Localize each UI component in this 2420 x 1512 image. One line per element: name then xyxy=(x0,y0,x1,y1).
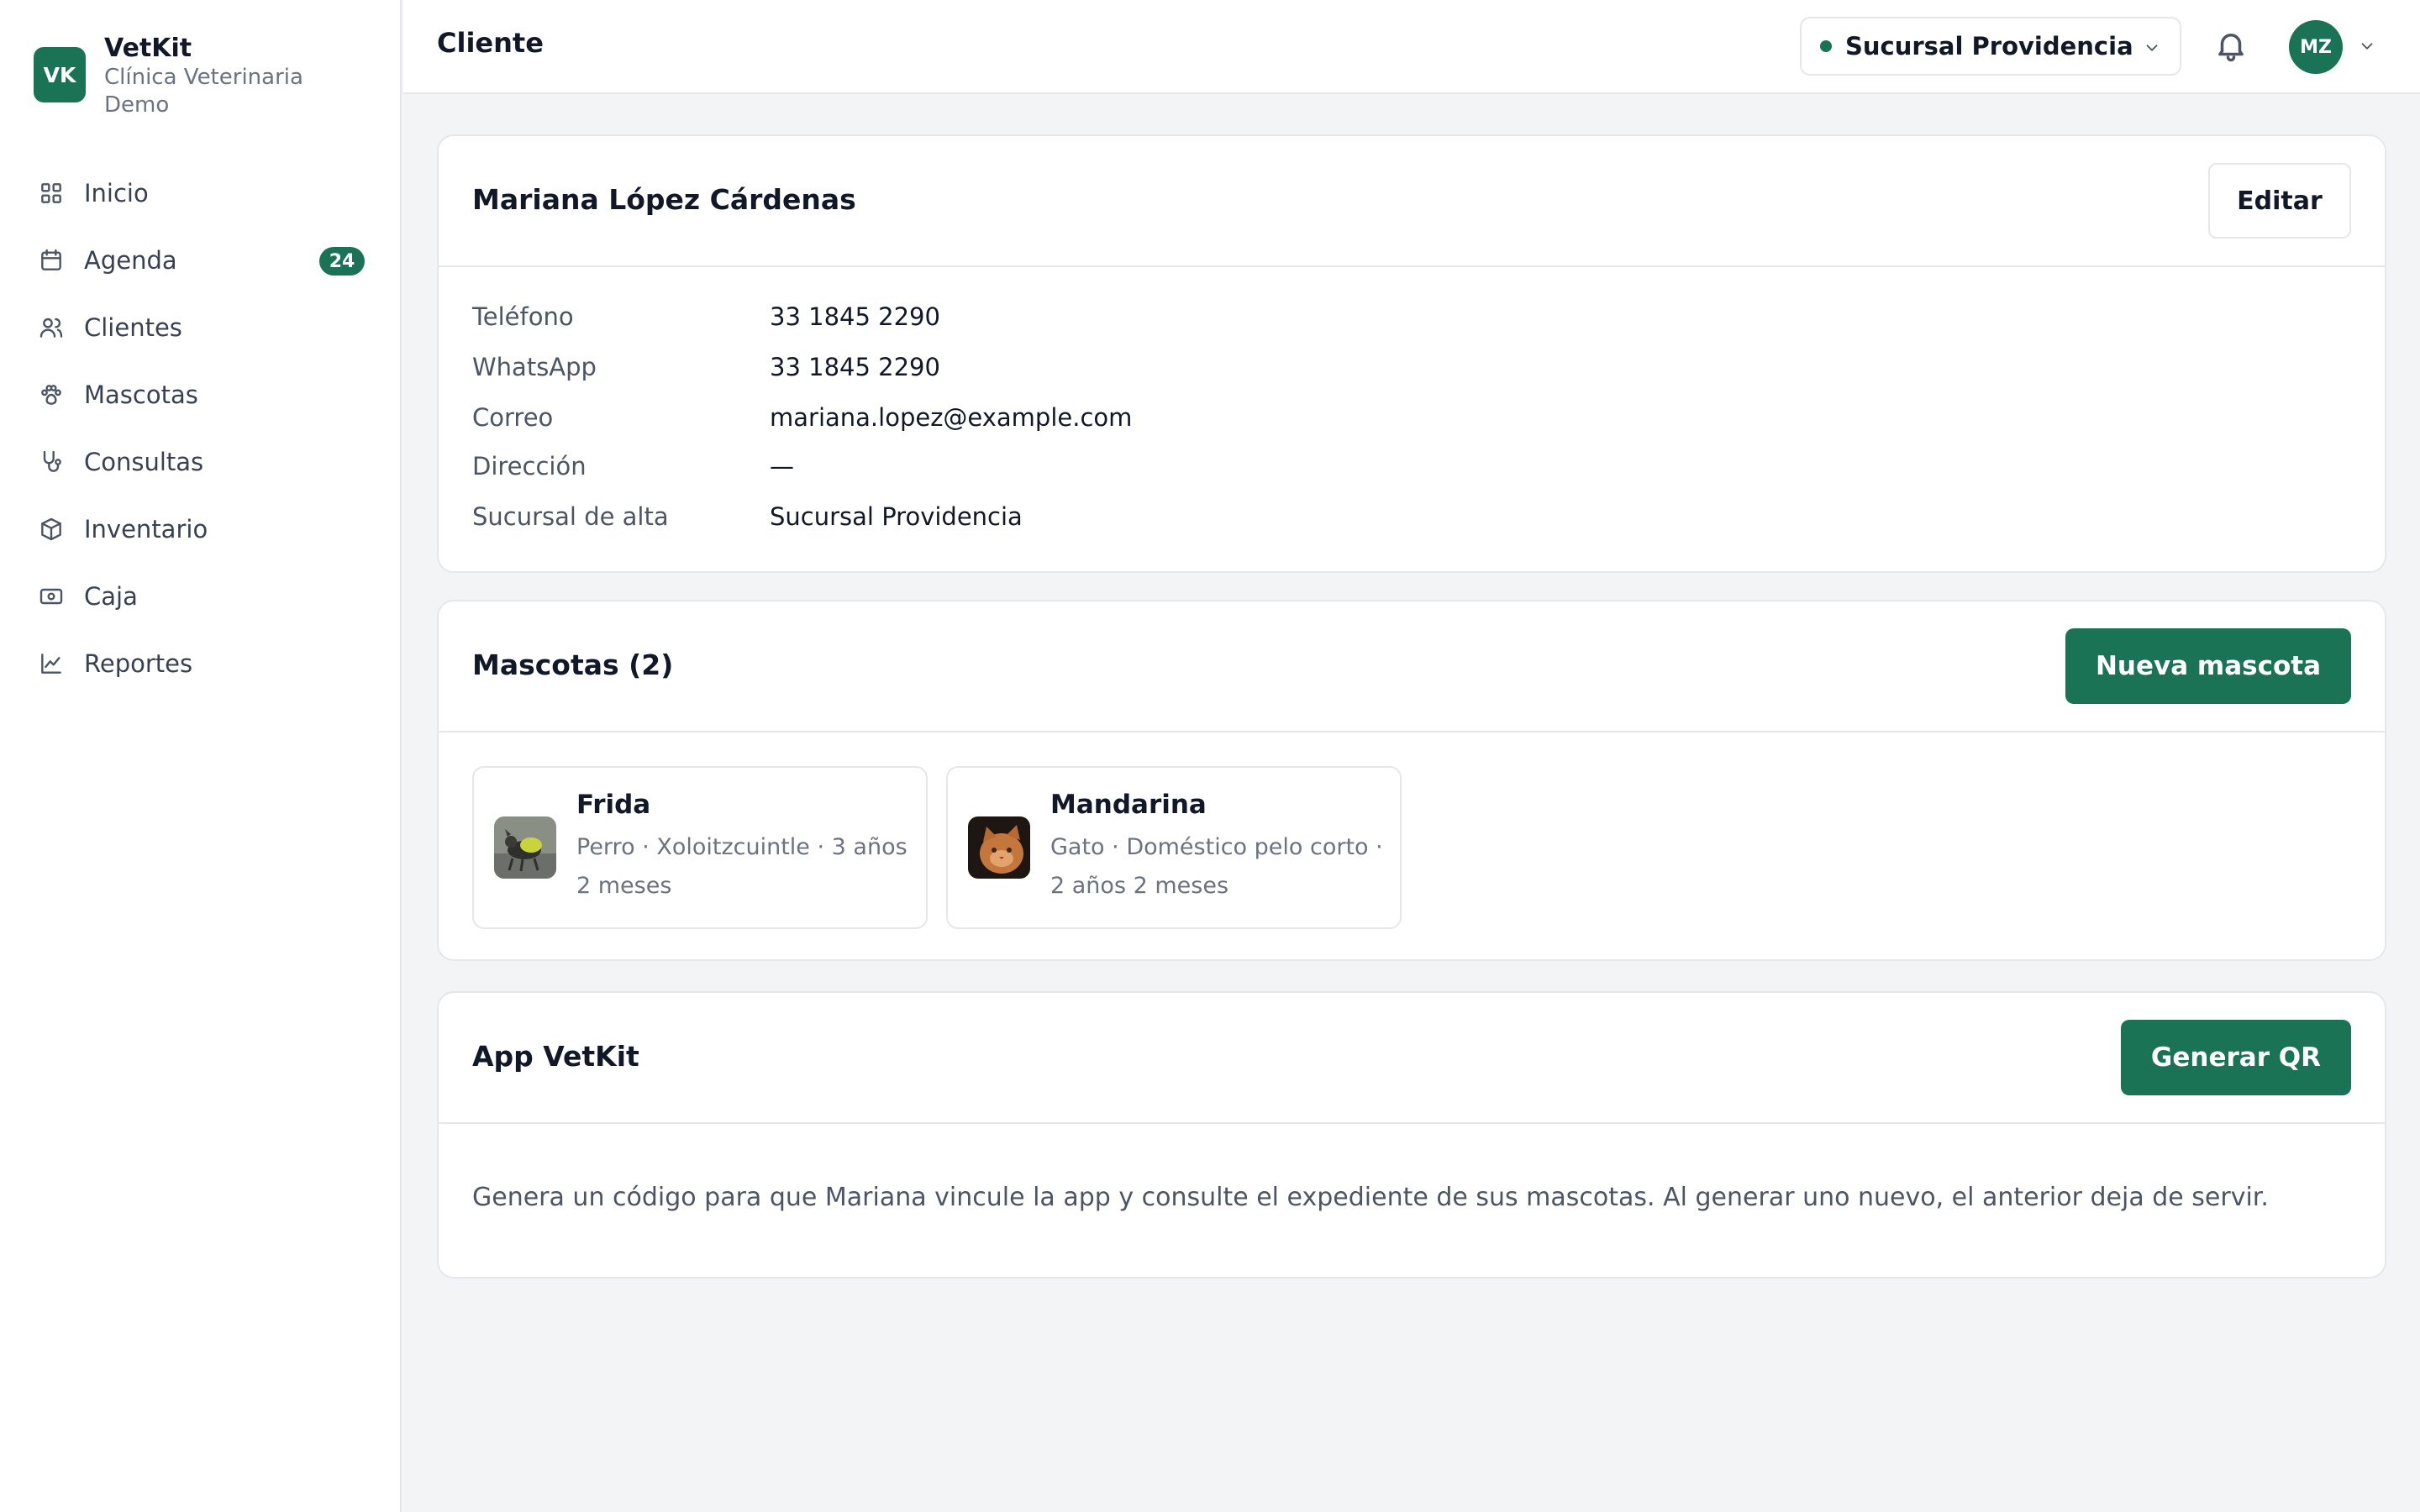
cash-icon xyxy=(37,582,66,611)
sidebar-item-label: Clientes xyxy=(84,313,182,342)
app-description: Genera un código para que Mariana vincul… xyxy=(472,1183,2269,1212)
client-name: Mariana López Cárdenas xyxy=(472,183,856,216)
bell-icon[interactable] xyxy=(2213,27,2249,64)
sidebar-item-consultas[interactable]: Consultas xyxy=(17,428,383,496)
chevron-down-icon xyxy=(2143,39,2161,57)
brand-logo: VK xyxy=(34,47,86,102)
pet-name: Mandarina xyxy=(1050,790,1207,820)
page-title: Cliente xyxy=(437,27,544,59)
pet-photo xyxy=(494,816,556,879)
info-value: 33 1845 2290 xyxy=(770,353,940,381)
sidebar-item-inventario[interactable]: Inventario xyxy=(17,496,383,563)
edit-button[interactable]: Editar xyxy=(2208,163,2351,239)
topbar: Cliente Sucursal Providencia MZ xyxy=(403,0,2420,94)
brand-name: VetKit xyxy=(104,34,192,63)
info-row: Correo mariana.lopez@example.com xyxy=(472,403,1132,432)
pet-meta: Gato · Doméstico pelo corto · 2 años 2 m… xyxy=(1050,828,1386,906)
status-dot xyxy=(1820,40,1832,52)
info-value: 33 1845 2290 xyxy=(770,302,940,331)
sidebar-item-label: Caja xyxy=(84,582,138,611)
pet-card-mandarina[interactable]: Mandarina Gato · Doméstico pelo corto · … xyxy=(946,766,1402,929)
box-icon xyxy=(37,515,66,543)
branch-select-label: Sucursal Providencia xyxy=(1845,32,2133,60)
paw-icon xyxy=(37,381,66,409)
sidebar-item-label: Reportes xyxy=(84,649,193,678)
pet-meta: Perro · Xoloitzcuintle · 3 años 2 meses xyxy=(576,828,913,906)
stethoscope-icon xyxy=(37,448,66,476)
info-label: Sucursal de alta xyxy=(472,502,669,531)
info-label: Teléfono xyxy=(472,302,574,331)
agenda-count-badge: 24 xyxy=(319,247,365,276)
sidebar-item-label: Inventario xyxy=(84,515,208,543)
pet-photo xyxy=(968,816,1030,879)
sidebar-item-label: Agenda xyxy=(84,246,177,275)
info-value: — xyxy=(770,452,794,480)
pet-card-frida[interactable]: Frida Perro · Xoloitzcuintle · 3 años 2 … xyxy=(472,766,928,929)
sidebar-item-mascotas[interactable]: Mascotas xyxy=(17,361,383,428)
info-label: Correo xyxy=(472,403,554,432)
sidebar-item-clientes[interactable]: Clientes xyxy=(17,294,383,361)
sidebar-item-label: Inicio xyxy=(84,179,149,207)
brand-subtitle: Clínica Veterinaria Demo xyxy=(104,65,303,118)
client-card: Mariana López Cárdenas Editar Teléfono 3… xyxy=(437,134,2386,573)
sidebar-item-agenda[interactable]: Agenda 24 xyxy=(17,227,383,294)
calendar-icon xyxy=(37,246,66,275)
pet-meta-line: 2 años 2 meses xyxy=(1050,873,1229,899)
pets-title: Mascotas (2) xyxy=(472,648,674,681)
sidebar-item-inicio[interactable]: Inicio xyxy=(17,160,383,227)
sidebar-nav: Inicio Agenda 24 Clientes Mascotas Consu… xyxy=(17,160,383,697)
sidebar-item-label: Consultas xyxy=(84,448,204,476)
pet-meta-line: 2 meses xyxy=(576,873,672,899)
sidebar-item-caja[interactable]: Caja xyxy=(17,563,383,630)
info-label: Dirección xyxy=(472,452,587,480)
pet-meta-line: Perro · Xoloitzcuintle · 3 años xyxy=(576,834,908,860)
grid-icon xyxy=(37,179,66,207)
info-row: WhatsApp 33 1845 2290 xyxy=(472,353,940,381)
info-row: Dirección — xyxy=(472,452,794,480)
brand[interactable]: VK VetKit Clínica Veterinaria Demo xyxy=(34,34,323,119)
pet-meta-line: Gato · Doméstico pelo corto · xyxy=(1050,834,1383,860)
info-value: Sucursal Providencia xyxy=(770,502,1023,531)
sidebar-item-reportes[interactable]: Reportes xyxy=(17,630,383,697)
info-row: Teléfono 33 1845 2290 xyxy=(472,302,940,331)
app-title: App VetKit xyxy=(472,1040,639,1073)
info-row: Sucursal de alta Sucursal Providencia xyxy=(472,502,1023,531)
avatar[interactable]: MZ xyxy=(2289,20,2343,74)
chart-line-icon xyxy=(37,649,66,678)
pets-card: Mascotas (2) Nueva mascota Frida Perro ·… xyxy=(437,600,2386,961)
chevron-down-icon[interactable] xyxy=(2358,37,2376,55)
app-card: App VetKit Generar QR Genera un código p… xyxy=(437,991,2386,1278)
pet-name: Frida xyxy=(576,790,651,820)
new-pet-button[interactable]: Nueva mascota xyxy=(2065,628,2351,704)
sidebar: VK VetKit Clínica Veterinaria Demo Inici… xyxy=(0,0,402,1512)
info-label: WhatsApp xyxy=(472,353,597,381)
generate-qr-button[interactable]: Generar QR xyxy=(2120,1020,2351,1095)
users-icon xyxy=(37,313,66,342)
info-value: mariana.lopez@example.com xyxy=(770,403,1133,432)
branch-select[interactable]: Sucursal Providencia xyxy=(1800,17,2181,76)
sidebar-item-label: Mascotas xyxy=(84,381,198,409)
